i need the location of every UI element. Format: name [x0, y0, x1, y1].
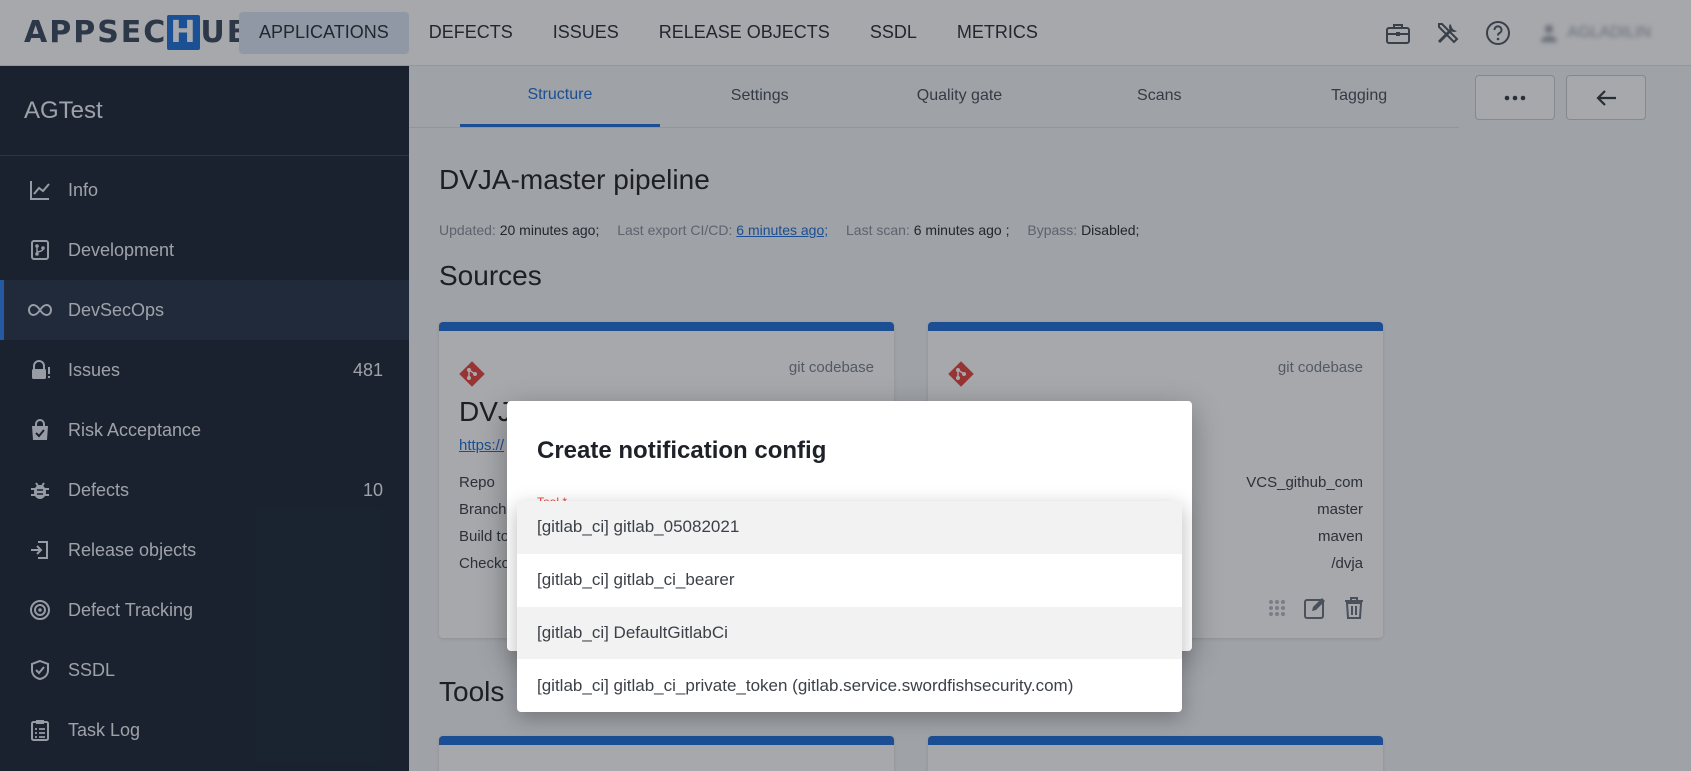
dialog-title: Create notification config	[537, 437, 827, 464]
tool-option[interactable]: [gitlab_ci] DefaultGitlabCi	[517, 606, 1182, 660]
tool-option[interactable]: [gitlab_ci] gitlab_05082021	[517, 501, 1182, 554]
tool-options-list: [gitlab_ci] gitlab_05082021 [gitlab_ci] …	[517, 501, 1182, 712]
tool-option[interactable]: [gitlab_ci] gitlab_ci_private_token (git…	[517, 659, 1182, 712]
tool-option[interactable]: [gitlab_ci] gitlab_ci_bearer	[517, 554, 1182, 607]
